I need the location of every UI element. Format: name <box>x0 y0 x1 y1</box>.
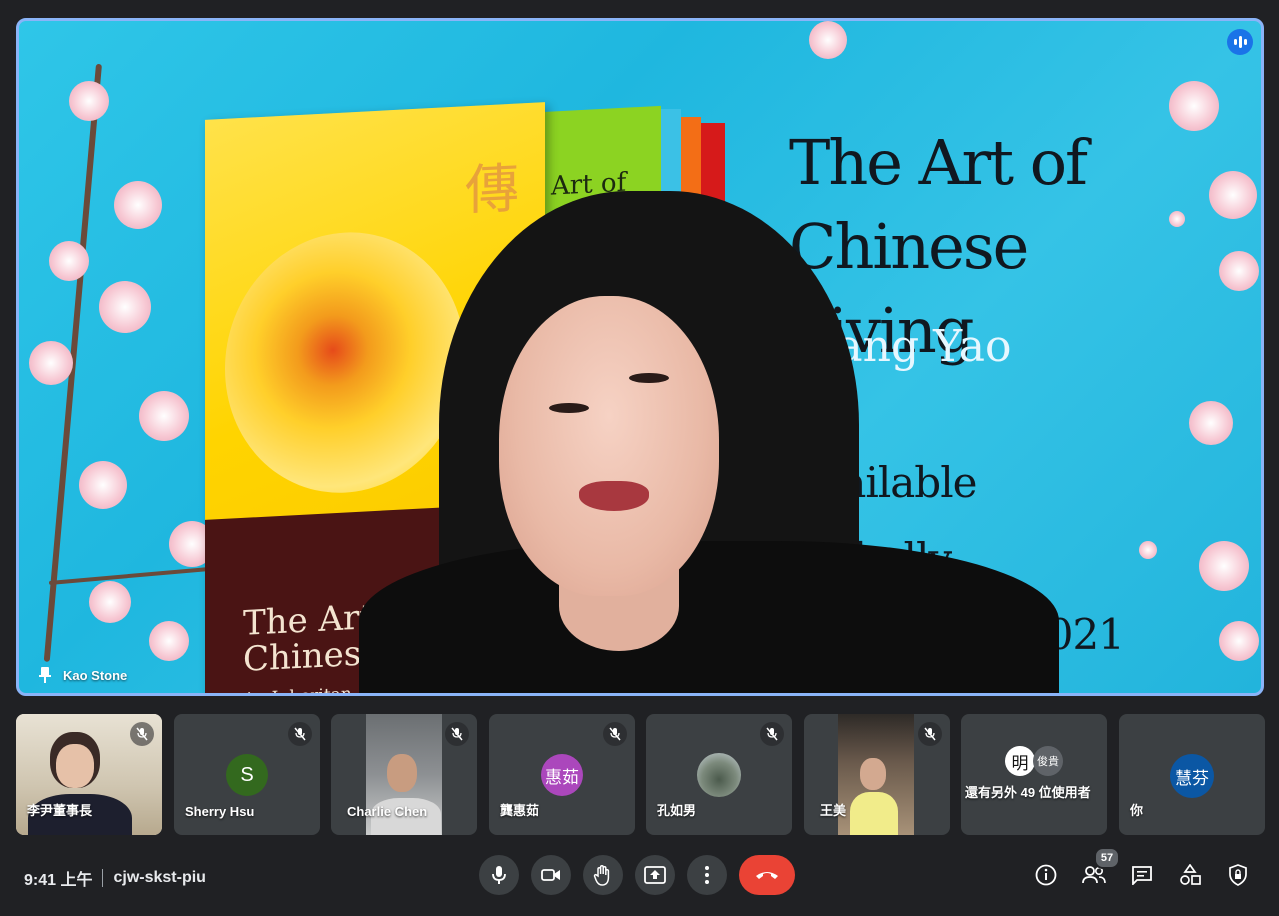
present-screen-button[interactable] <box>635 855 675 895</box>
avatar-initial: 惠茹 <box>545 767 579 787</box>
book-flower-image <box>225 226 465 499</box>
participant-name: 李尹董事長 <box>27 803 93 818</box>
participant-figure-face <box>860 758 886 790</box>
presenter-eye-right <box>629 373 669 383</box>
participant-tile[interactable]: 孔如男 <box>646 714 792 835</box>
avatar-initial: 明 <box>1011 753 1029 773</box>
blossom-decoration <box>89 581 131 623</box>
participant-tile[interactable]: Charlie Chen <box>331 714 477 835</box>
info-icon <box>1035 864 1057 886</box>
branch-decoration <box>48 567 209 585</box>
avatar-initial: S <box>240 763 254 786</box>
avatar-initial: 慧芬 <box>1175 768 1209 788</box>
shield-lock-icon <box>1229 864 1247 886</box>
mic-off-icon <box>445 722 469 746</box>
more-options-button[interactable] <box>687 855 727 895</box>
blossom-decoration <box>49 241 89 281</box>
blossom-decoration <box>1199 541 1249 591</box>
camera-button[interactable] <box>531 855 571 895</box>
others-count-label: 還有另外 49 位使用者 <box>965 785 1091 800</box>
blossom-decoration <box>29 341 73 385</box>
mic-off-icon <box>760 722 784 746</box>
presenter-body <box>359 541 1059 693</box>
blossom-decoration <box>139 391 189 441</box>
blossom-decoration <box>69 81 109 121</box>
presenter-face <box>499 296 719 596</box>
participant-name: Sherry Hsu <box>185 804 255 819</box>
slide-title-line1: The Art of <box>789 126 1088 199</box>
activities-icon <box>1180 864 1201 885</box>
participant-tile[interactable]: 王美 <box>804 714 950 835</box>
blossom-decoration <box>99 281 151 333</box>
speaking-indicator-icon <box>1227 29 1253 55</box>
meeting-details-button[interactable] <box>1031 860 1061 890</box>
people-count-badge: 57 <box>1094 847 1120 869</box>
mic-off-icon <box>130 722 154 746</box>
avatar-initial: 俊貴 <box>1037 756 1059 768</box>
phone-hangup-icon <box>756 872 778 879</box>
participant-name: 你 <box>1130 803 1144 818</box>
participant-name: 王美 <box>820 803 847 818</box>
blossom-decoration <box>149 621 189 661</box>
presenter-eye-left <box>549 403 589 413</box>
more-vert-icon <box>705 866 709 884</box>
blossom-decoration <box>1219 621 1259 661</box>
participant-name: Charlie Chen <box>347 804 428 819</box>
blossom-decoration <box>1139 541 1157 559</box>
blossom-decoration <box>1209 171 1257 219</box>
participant-name: 孔如男 <box>657 803 697 818</box>
blossom-decoration <box>809 21 847 59</box>
participant-tile-self[interactable]: 慧芬 你 <box>1119 714 1265 835</box>
book-cn-char: 傳 <box>465 156 519 223</box>
present-screen-icon <box>644 866 666 884</box>
participant-avatar <box>697 753 741 797</box>
pin-icon[interactable] <box>39 667 51 683</box>
participant-avatar: 明 <box>1005 746 1035 776</box>
main-speaker-tile[interactable]: Art of 傳 The Art of Chinese Li An Inheri… <box>16 18 1264 696</box>
participant-figure-face <box>387 754 417 792</box>
blossom-decoration <box>1219 251 1259 291</box>
book-cover-subtitle: An Inheritan <box>243 684 352 693</box>
chat-button[interactable] <box>1127 860 1157 890</box>
microphone-button[interactable] <box>479 855 519 895</box>
camera-icon <box>541 869 560 881</box>
mic-off-icon <box>918 722 942 746</box>
meeting-code: cjw-skst-piu <box>113 869 206 886</box>
microphone-icon <box>492 866 506 884</box>
participant-avatar: 惠茹 <box>541 754 583 796</box>
end-call-button[interactable] <box>739 855 795 895</box>
host-controls-button[interactable] <box>1223 860 1253 890</box>
meeting-time: 9:41 上午 <box>24 872 93 889</box>
main-speaker-name: Kao Stone <box>63 667 128 683</box>
participant-avatar: S <box>226 754 268 796</box>
participant-avatar: 慧芬 <box>1170 754 1214 798</box>
raise-hand-button[interactable] <box>583 855 623 895</box>
mic-off-icon <box>288 722 312 746</box>
participant-tile[interactable]: S Sherry Hsu <box>174 714 320 835</box>
participant-tile-others[interactable]: 明 俊貴 還有另外 49 位使用者 <box>961 714 1107 835</box>
blossom-decoration <box>1189 401 1233 445</box>
meeting-info: 9:41 上午 cjw-skst-piu <box>24 866 206 890</box>
activities-button[interactable] <box>1175 860 1205 890</box>
blossom-decoration <box>79 461 127 509</box>
main-speaker-label: Kao Stone <box>39 667 127 683</box>
participant-figure-body <box>850 792 898 835</box>
mic-off-icon <box>603 722 627 746</box>
participant-name: 龔惠茹 <box>500 803 540 818</box>
participant-tile[interactable]: 李尹董事長 <box>16 714 162 835</box>
participant-figure-face <box>56 744 94 788</box>
blossom-decoration <box>114 181 162 229</box>
participant-avatar-secondary: 俊貴 <box>1033 746 1063 776</box>
presenter-mouth <box>579 481 649 511</box>
divider <box>102 869 104 887</box>
chat-icon <box>1132 866 1152 885</box>
hand-icon <box>593 865 610 886</box>
participant-tile[interactable]: 惠茹 龔惠茹 <box>489 714 635 835</box>
